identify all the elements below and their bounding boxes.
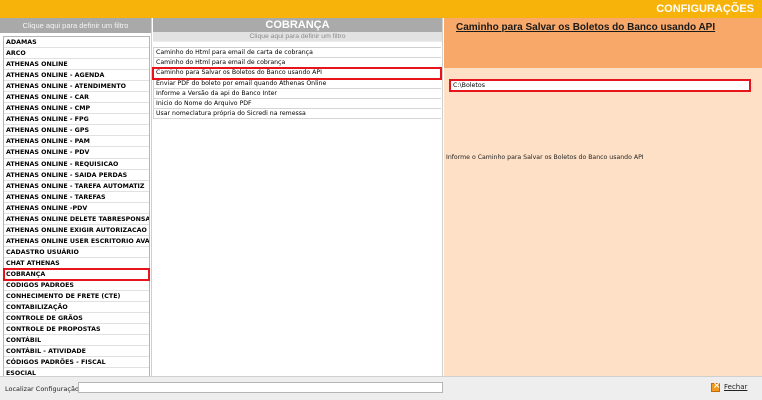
group-list-item[interactable]: CHAT ATHENAS [4, 258, 149, 269]
group-list-item[interactable]: CADASTRO USUÁRIO [4, 247, 149, 258]
config-list-item[interactable]: Caminho do Html para email de cobrança [153, 58, 441, 69]
group-list-item[interactable]: ATHENAS ONLINE - SAIDA PERDAS [4, 170, 149, 181]
group-list-item[interactable]: ADAMAS [4, 37, 149, 49]
config-list-item[interactable]: Caminho para Salvar os Boletos do Banco … [152, 67, 442, 80]
group-list-item[interactable]: ATHENAS ONLINE - PDV [4, 147, 149, 159]
search-label: Localizar Configuração: [5, 385, 82, 393]
group-list-item[interactable]: ATHENAS ONLINE -PDV [4, 203, 149, 214]
config-list-item[interactable]: Informe a Versão da api do Banco Inter [153, 88, 441, 99]
detail-panel: Caminho para Salvar os Boletos do Banco … [444, 18, 762, 376]
config-panel-header: COBRANÇA [153, 18, 442, 32]
group-list-item[interactable]: ATHENAS ONLINE - FPG [4, 114, 149, 126]
config-panel: COBRANÇA Clique aqui para definir um fil… [152, 18, 443, 376]
group-filter-bar[interactable]: Clique aqui para definir um filtro [0, 18, 151, 33]
group-list-item[interactable]: ATHENAS ONLINE EXIGIR AUTORIZACAO [4, 225, 149, 236]
group-list-item[interactable]: ATHENAS ONLINE - PAM [4, 136, 149, 148]
group-list-item[interactable]: ATHENAS ONLINE - ATENDIMENTO [4, 81, 149, 93]
close-icon [711, 381, 721, 392]
config-filter-bar[interactable]: Clique aqui para definir um filtro [153, 32, 442, 42]
group-list-item[interactable]: ATHENAS ONLINE [4, 59, 149, 71]
group-list-item[interactable]: CONTÁBIL - ATIVIDADE [4, 346, 149, 358]
group-list-item[interactable]: ATHENAS ONLINE - REQUISICAO [4, 159, 149, 170]
window-title: CONFIGURAÇÕES [656, 3, 754, 15]
config-list-item[interactable]: Caminho do Html para email de carta de c… [153, 48, 441, 59]
group-list-item[interactable]: ATHENAS ONLINE - AGENDA [4, 70, 149, 82]
group-list-item[interactable]: COBRANÇA [3, 267, 150, 282]
group-list-item[interactable]: ATHENAS ONLINE - CMP [4, 103, 149, 115]
config-list-item[interactable]: Usar nomeclatura própria do Sicredi na r… [153, 109, 441, 120]
group-list-item[interactable]: ATHENAS ONLINE - TAREFA AUTOMATIZ [4, 181, 149, 192]
group-list-item[interactable]: ARCO [4, 48, 149, 60]
group-list-item[interactable]: CÓDIGOS PADRÕES - FISCAL [4, 357, 149, 369]
bottom-bar: Localizar Configuração: Fechar [0, 376, 762, 400]
close-button[interactable]: Fechar [711, 381, 755, 395]
group-panel: Clique aqui para definir um filtro ADAMA… [0, 18, 152, 381]
group-list-item[interactable]: ATHENAS ONLINE - CAR [4, 92, 149, 104]
group-list-item[interactable]: CONTROLE DE GRÃOS [4, 313, 149, 325]
detail-header: Caminho para Salvar os Boletos do Banco … [444, 18, 762, 68]
detail-title: Caminho para Salvar os Boletos do Banco … [456, 22, 716, 33]
group-list-item[interactable]: CODIGOS PADROES [4, 280, 149, 292]
group-list: ADAMAS ARCO ATHENAS ONLINE ATHENAS ONLINE -… [3, 36, 150, 381]
group-list-item[interactable]: ATHENAS ONLINE - TAREFAS [4, 192, 149, 203]
group-list-item[interactable]: ATHENAS ONLINE DELETE TABRESPONSA [4, 214, 149, 225]
group-list-item[interactable]: ATHENAS ONLINE - GPS [4, 125, 149, 137]
close-label: Fechar [724, 383, 748, 391]
group-list-item[interactable]: CONTÁBIL [4, 335, 149, 347]
group-list-item[interactable]: CONHECIMENTO DE FRETE (CTE) [4, 291, 149, 303]
group-list-item[interactable]: ATHENAS ONLINE USER ESCRITORIO AVA [4, 236, 149, 247]
search-input[interactable] [78, 382, 443, 393]
config-list-item[interactable]: Enviar PDF do boleto por email quando At… [153, 78, 441, 89]
title-bar: CONFIGURAÇÕES [0, 0, 762, 18]
group-list-item[interactable]: CONTABILIZAÇÃO [4, 302, 149, 314]
config-description: Informe o Caminho para Salvar os Boletos… [446, 154, 644, 161]
config-list: Caminho do Html para email de carta de c… [152, 47, 442, 120]
config-list-item[interactable]: Inicio do Nome do Arquivo PDF [153, 98, 441, 110]
config-value-field[interactable]: C:\Boletos [449, 79, 751, 92]
group-list-item[interactable]: CONTROLE DE PROPOSTAS [4, 324, 149, 336]
